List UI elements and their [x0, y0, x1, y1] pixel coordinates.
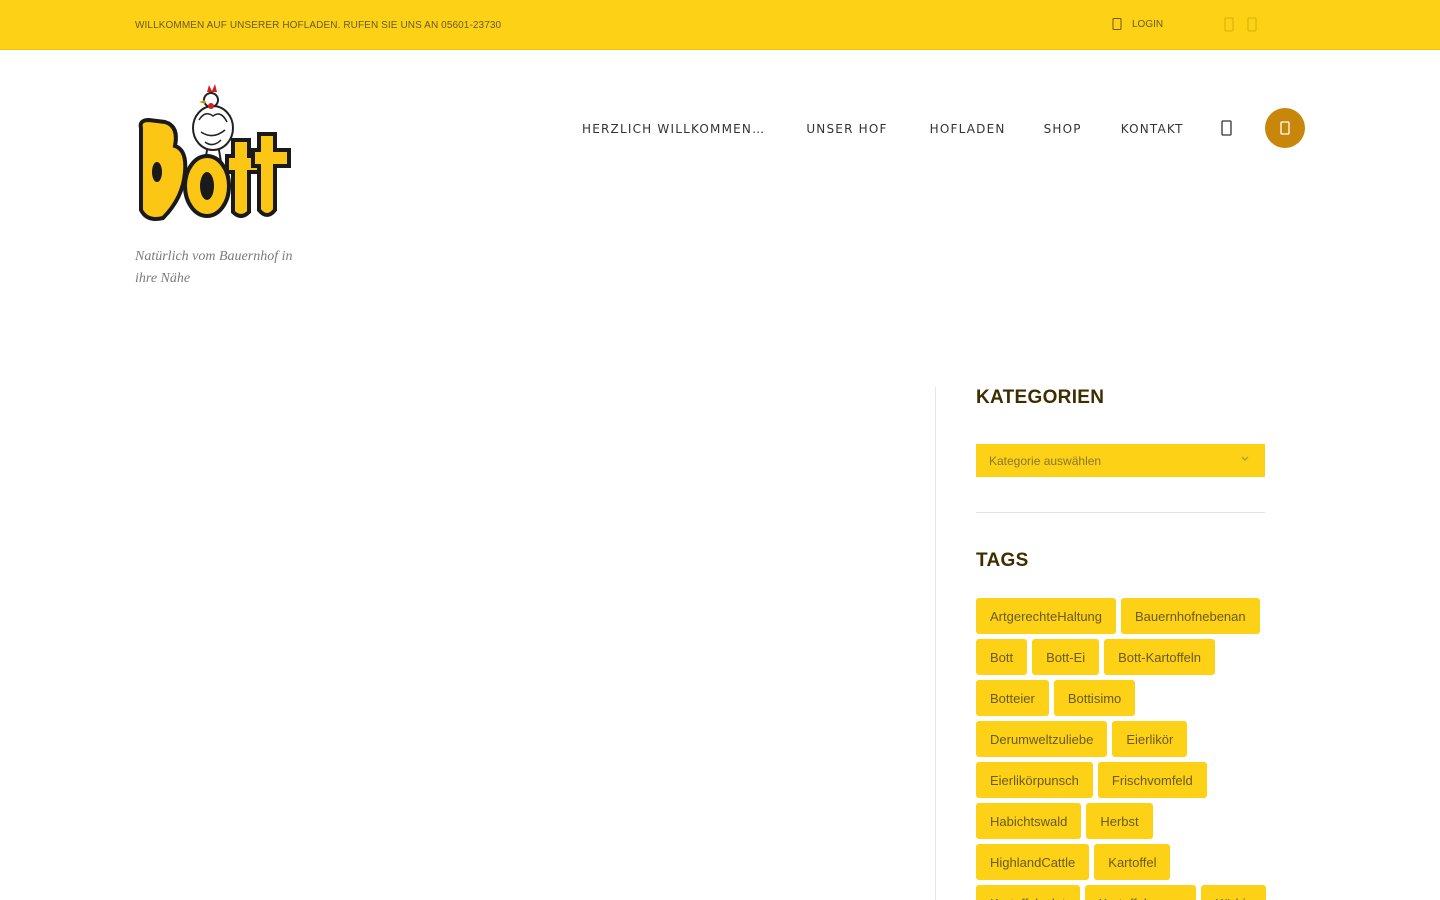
cart-button[interactable]: [1265, 108, 1305, 148]
tag-item[interactable]: Kartoffel: [1094, 844, 1171, 880]
login-link[interactable]: LOGIN: [1112, 18, 1163, 30]
tag-item[interactable]: ArtgerechteHaltung: [976, 598, 1117, 634]
site-tagline: Natürlich vom Bauernhof in ihre Nähe: [135, 249, 293, 286]
bott-logo[interactable]: [135, 80, 293, 225]
category-select[interactable]: Kategorie auswählen: [976, 444, 1265, 477]
nav-item-unser-hof[interactable]: UNSER HOF: [806, 122, 887, 136]
tag-item[interactable]: Eierlikör: [1112, 721, 1188, 757]
chevron-down-icon: [1241, 456, 1249, 461]
login-label: LOGIN: [1132, 18, 1164, 30]
categories-title: KATEGORIEN: [976, 387, 1105, 408]
nav-item-hofladen[interactable]: HOFLADEN: [930, 122, 1006, 136]
main-nav: HERZLICH WILLKOMMEN… UNSER HOF HOFLADEN …: [582, 121, 1184, 137]
tag-item[interactable]: Botteier: [976, 680, 1049, 716]
tag-item[interactable]: Bott-Kartoffeln: [1104, 639, 1216, 675]
chicken-illustration: [192, 84, 234, 163]
tag-item[interactable]: Kürbis: [1201, 885, 1267, 900]
tag-item[interactable]: Kartoffelsuppe: [1084, 885, 1197, 900]
sidebar-divider: [935, 387, 936, 900]
tag-item[interactable]: Herbst: [1086, 803, 1153, 839]
nav-item-kontakt[interactable]: KONTAKT: [1121, 122, 1184, 136]
top-bar: WILLKOMMEN AUF UNSERER HOFLADEN. RUFEN S…: [0, 0, 1440, 50]
tag-item[interactable]: Habichtswald: [976, 803, 1082, 839]
widget-separator: [976, 512, 1265, 513]
welcome-text: WILLKOMMEN AUF UNSERER HOFLADEN. RUFEN S…: [135, 20, 502, 31]
tag-item[interactable]: Frischvomfeld: [1097, 762, 1207, 798]
user-icon: [1112, 18, 1122, 30]
tag-item[interactable]: Eierlikörpunsch: [976, 762, 1093, 798]
nav-item-shop[interactable]: SHOP: [1044, 122, 1082, 136]
tag-item[interactable]: HighlandCattle: [976, 844, 1090, 880]
tag-item[interactable]: Kartoffelsalat: [976, 885, 1080, 900]
category-select-value: Kategorie auswählen: [989, 453, 1102, 468]
cart-icon: [1280, 121, 1290, 135]
search-icon[interactable]: [1219, 119, 1235, 137]
tag-item[interactable]: Bott-Ei: [1032, 639, 1100, 675]
tag-item[interactable]: Bott: [976, 639, 1028, 675]
tags-title: TAGS: [976, 550, 1029, 571]
nav-item-herzlich-willkommen[interactable]: HERZLICH WILLKOMMEN…: [582, 122, 765, 136]
tag-item[interactable]: Bauernhofnebenan: [1121, 598, 1260, 634]
tag-cloud: ArtgerechteHaltung Bauernhofnebenan Bott…: [976, 598, 1268, 900]
tag-item[interactable]: Derumweltzuliebe: [976, 721, 1108, 757]
tag-item[interactable]: Bottisimo: [1053, 680, 1136, 716]
social-icon[interactable]: [1224, 17, 1234, 32]
social-icon[interactable]: [1247, 17, 1257, 32]
